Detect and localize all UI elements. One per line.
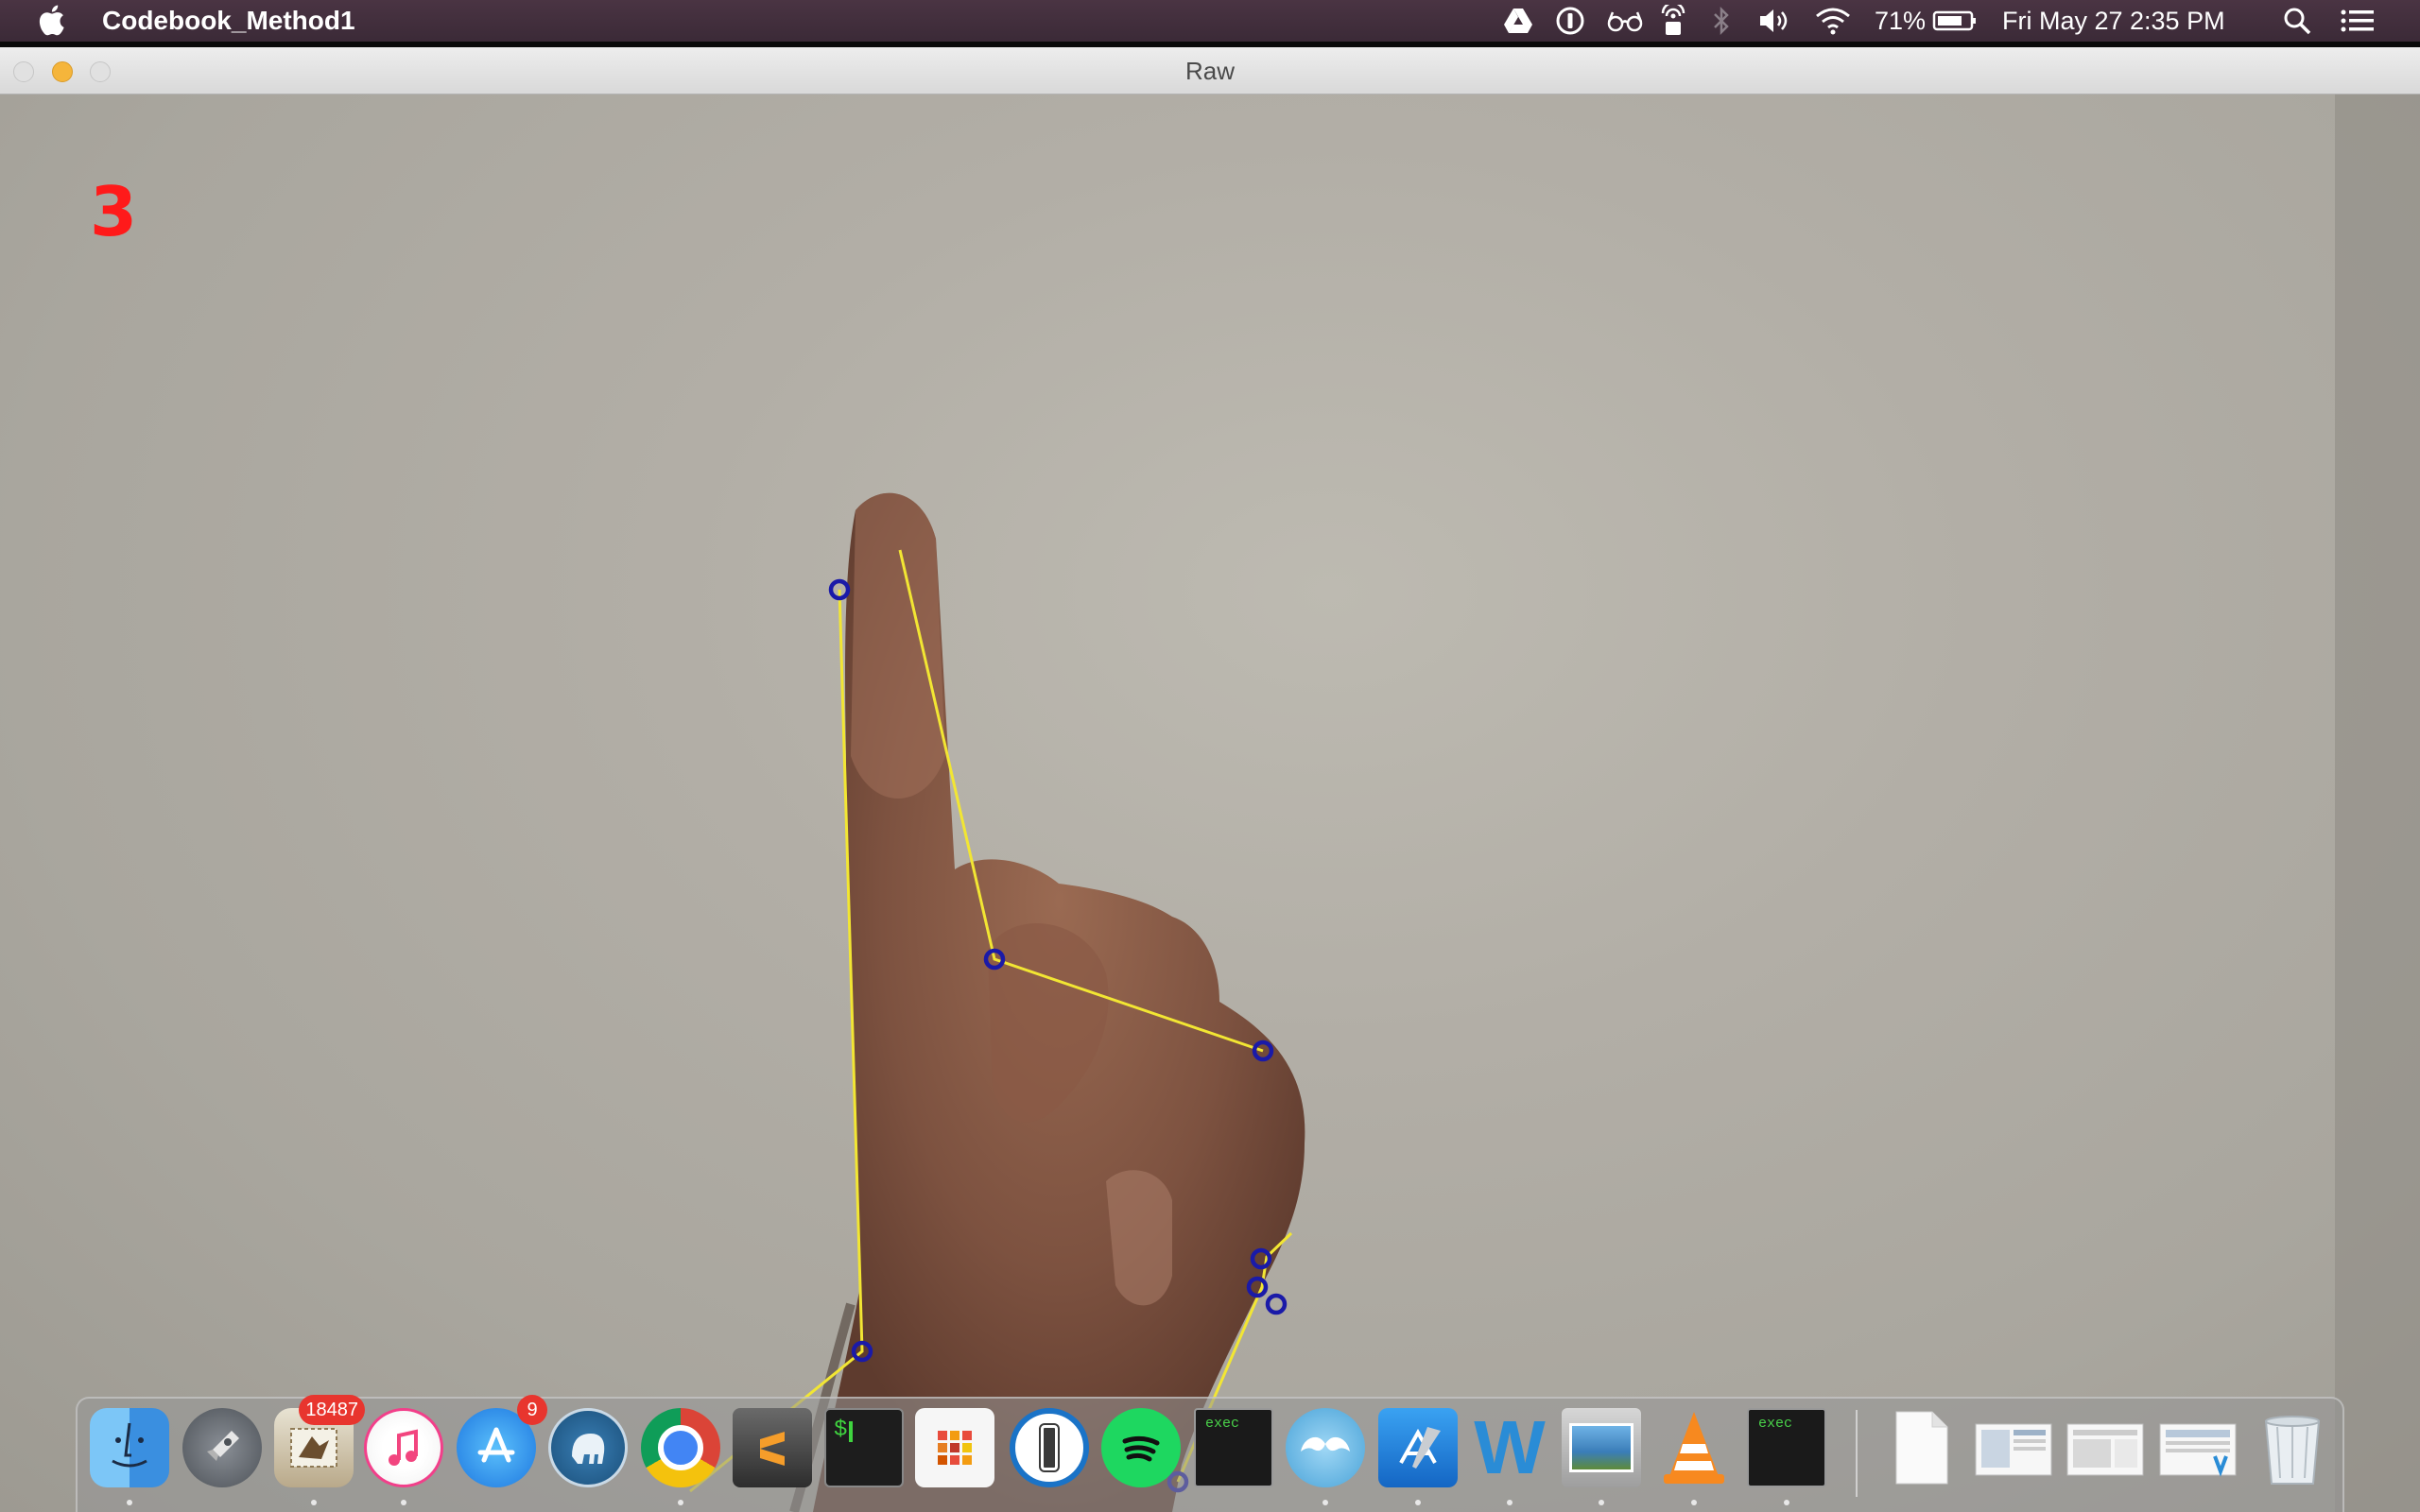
running-indicator — [401, 1500, 406, 1505]
camera-frame: 3 — [0, 94, 2420, 1512]
terminal-icon[interactable]: $ — [824, 1408, 904, 1487]
finger-count-label: 3 — [90, 172, 138, 251]
running-indicator — [127, 1500, 132, 1505]
vlc-icon[interactable] — [1654, 1408, 1734, 1487]
launchpad-icon[interactable] — [182, 1408, 262, 1487]
window-titlebar[interactable]: Raw — [0, 47, 2420, 94]
keyhole — [1041, 1425, 1058, 1470]
word-icon[interactable]: W — [1470, 1408, 1549, 1487]
running-indicator — [1599, 1500, 1604, 1505]
notification-center-icon[interactable] — [2339, 4, 2377, 38]
running-indicator — [1784, 1500, 1789, 1505]
google-drive-icon[interactable] — [1501, 4, 1535, 38]
spotify-icon[interactable] — [1101, 1408, 1181, 1487]
launchpad-grid-icon[interactable] — [915, 1408, 994, 1487]
running-indicator — [1322, 1500, 1328, 1505]
bluetooth-icon[interactable] — [1709, 4, 1734, 38]
sublime-text-icon[interactable] — [733, 1408, 812, 1487]
screenshot-stack-icon[interactable] — [2158, 1408, 2238, 1487]
dock-separator — [1856, 1410, 1858, 1497]
preview-icon[interactable] — [1562, 1408, 1641, 1487]
hand-image — [789, 492, 1305, 1512]
spotlight-search-icon[interactable] — [2281, 4, 2313, 38]
running-indicator — [678, 1500, 683, 1505]
mail-icon[interactable]: 18487 — [274, 1395, 365, 1487]
exec-label: exec — [1205, 1416, 1240, 1432]
running-indicator — [1415, 1500, 1421, 1505]
1password-icon[interactable] — [1010, 1408, 1089, 1487]
hand-tracking-canvas — [689, 94, 2420, 1512]
itunes-icon[interactable] — [364, 1408, 443, 1487]
exec-icon[interactable]: exec — [1747, 1408, 1826, 1487]
sequel-pro-icon[interactable] — [548, 1408, 628, 1487]
screenshot-stack-icon[interactable] — [1974, 1408, 2053, 1487]
active-app-name[interactable]: Codebook_Method1 — [102, 4, 355, 38]
accessibility-glasses-icon[interactable] — [1604, 4, 1646, 38]
app-store-badge: 9 — [517, 1395, 547, 1425]
chrome-icon[interactable] — [641, 1408, 720, 1487]
exec-icon[interactable]: exec — [1194, 1408, 1273, 1487]
menubar-clock[interactable]: Fri May 27 2:35 PM — [2002, 4, 2225, 38]
mustache-app-icon[interactable] — [1286, 1408, 1365, 1487]
apple-menu-icon[interactable] — [38, 3, 70, 37]
wifi-icon[interactable] — [1813, 4, 1853, 38]
battery-icon[interactable] — [1931, 4, 1979, 38]
exec-label: exec — [1758, 1416, 1793, 1432]
volume-icon[interactable] — [1756, 4, 1794, 38]
mail-badge: 18487 — [299, 1395, 365, 1425]
running-indicator — [311, 1500, 317, 1505]
raw-window: Raw 3 — [0, 47, 2420, 1512]
finder-icon[interactable] — [90, 1408, 169, 1487]
window-title: Raw — [1184, 57, 1235, 85]
menu-bar: Codebook_Method1 71% Fri May 27 2:35 PM — [0, 0, 2420, 42]
document-icon[interactable] — [1881, 1408, 1961, 1487]
running-indicator — [1691, 1500, 1697, 1505]
app-store-icon[interactable]: 9 — [457, 1395, 547, 1487]
1password-mini-icon[interactable] — [1553, 4, 1587, 38]
chrome-center — [658, 1425, 703, 1470]
running-indicator — [1507, 1500, 1512, 1505]
screenshot-stack-icon[interactable] — [2066, 1408, 2145, 1487]
xcode-icon[interactable] — [1378, 1408, 1458, 1487]
preview-photo — [1569, 1423, 1634, 1472]
airport-lock-icon[interactable] — [1657, 4, 1689, 38]
frame-edge-shadow — [2335, 94, 2420, 1512]
battery-percent[interactable]: 71% — [1875, 4, 1926, 38]
trash-icon[interactable] — [2253, 1408, 2332, 1487]
